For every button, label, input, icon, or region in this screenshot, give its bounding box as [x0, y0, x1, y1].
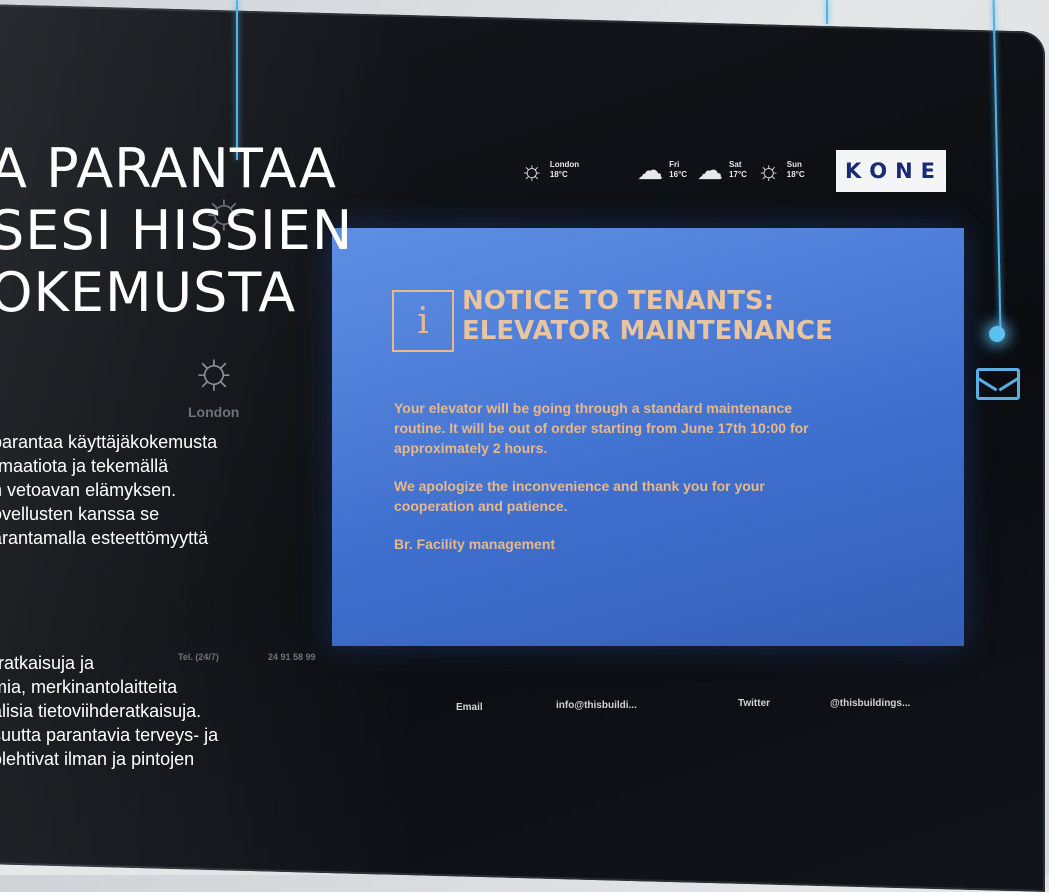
logo-letter: E: [920, 159, 938, 183]
twitter-label: Twitter: [738, 698, 771, 709]
ghost-sun-icon-2: ☼: [190, 341, 238, 399]
cloud-icon: ☁: [637, 155, 664, 185]
forecast-day: Sat: [729, 160, 742, 169]
paragraph-line: n vetoavan elämyksen.: [0, 480, 177, 500]
marketing-paragraph-1: parantaa käyttäjäkokemusta rmaatiota ja …: [0, 430, 217, 550]
logo-letter: N: [895, 159, 915, 183]
ghost-tel-value: 24 91 58 99: [268, 652, 316, 662]
forecast-sat: ☁ Sat 17°C: [697, 157, 747, 183]
kone-logo: K O N E: [836, 150, 946, 192]
forecast-sun: ☼ Sun 18°C: [757, 157, 805, 183]
forecast-temp: 17°C: [729, 170, 747, 179]
notice-body: Your elevator will be going through a st…: [394, 398, 824, 572]
headline-line-1: A PARANTAA: [0, 137, 337, 200]
forecast-fri: ☁ Fri 16°C: [637, 157, 687, 183]
paragraph-line: -ratkaisuja ja: [0, 653, 95, 673]
notice-signature: Br. Facility management: [394, 536, 556, 552]
paragraph-line: ovellusten kanssa se: [0, 504, 160, 524]
paragraph-line: parantaa käyttäjäkokemusta: [0, 432, 218, 452]
notice-title: NOTICE TO TENANTS: ELEVATOR MAINTENANCE: [462, 286, 833, 346]
twitter-link[interactable]: @thisbuildings...: [830, 698, 910, 709]
connector-line-top: [826, 0, 828, 24]
cloud-icon: ☁: [697, 155, 724, 185]
logo-letter: K: [844, 159, 864, 183]
forecast-temp: 16°C: [669, 170, 688, 179]
weather-current: ☼ London 18°C: [520, 157, 579, 183]
marketing-headline: A PARANTAA SESI HISSIEN OKEMUSTA: [0, 138, 353, 324]
notice-title-line2: ELEVATOR MAINTENANCE: [462, 316, 833, 346]
forecast-temp: 18°C: [786, 170, 805, 179]
ghost-city: London: [188, 404, 240, 420]
weather-temp: 18°C: [549, 170, 568, 179]
email-label: Email: [456, 702, 483, 713]
forecast-day: Fri: [669, 160, 680, 169]
notice-paragraph-2: We apologize the inconvenience and thank…: [394, 478, 765, 514]
notice-title-line1: NOTICE TO TENANTS:: [462, 286, 775, 316]
connector-line-left: [236, 0, 238, 160]
mail-icon[interactable]: [976, 368, 1020, 400]
paragraph-line: olehtivat ilman ja pintojen: [0, 749, 195, 769]
connector-dot: [989, 326, 1005, 342]
paragraph-line: suutta parantavia terveys- ja: [0, 725, 219, 745]
paragraph-line: rmaatiota ja tekemällä: [0, 456, 169, 476]
sun-icon: ☼: [756, 155, 781, 185]
email-link[interactable]: info@thisbuildi...: [556, 700, 637, 711]
sun-icon: ☼: [520, 155, 544, 185]
logo-letter: O: [869, 159, 890, 183]
paragraph-line: arantamalla esteettömyyttä: [0, 528, 209, 548]
headline-line-2: SESI HISSIEN: [0, 199, 354, 262]
headline-line-3: OKEMUSTA: [0, 261, 297, 324]
forecast-day: Sun: [786, 160, 802, 169]
paragraph-line: mia, merkinantolaitteita: [0, 677, 178, 697]
notice-panel: i NOTICE TO TENANTS: ELEVATOR MAINTENANC…: [332, 228, 964, 646]
paragraph-line: alisia tietoviihderatkaisuja.: [0, 701, 202, 721]
marketing-paragraph-2: -ratkaisuja ja mia, merkinantolaitteita …: [0, 651, 218, 771]
info-icon: i: [392, 290, 454, 352]
notice-paragraph-1: Your elevator will be going through a st…: [394, 400, 809, 456]
weather-bar: ☼ London 18°C ☁ Fri 16°C ☁ Sat 17°C ☼ Su…: [520, 150, 827, 190]
weather-city: London: [549, 160, 580, 169]
